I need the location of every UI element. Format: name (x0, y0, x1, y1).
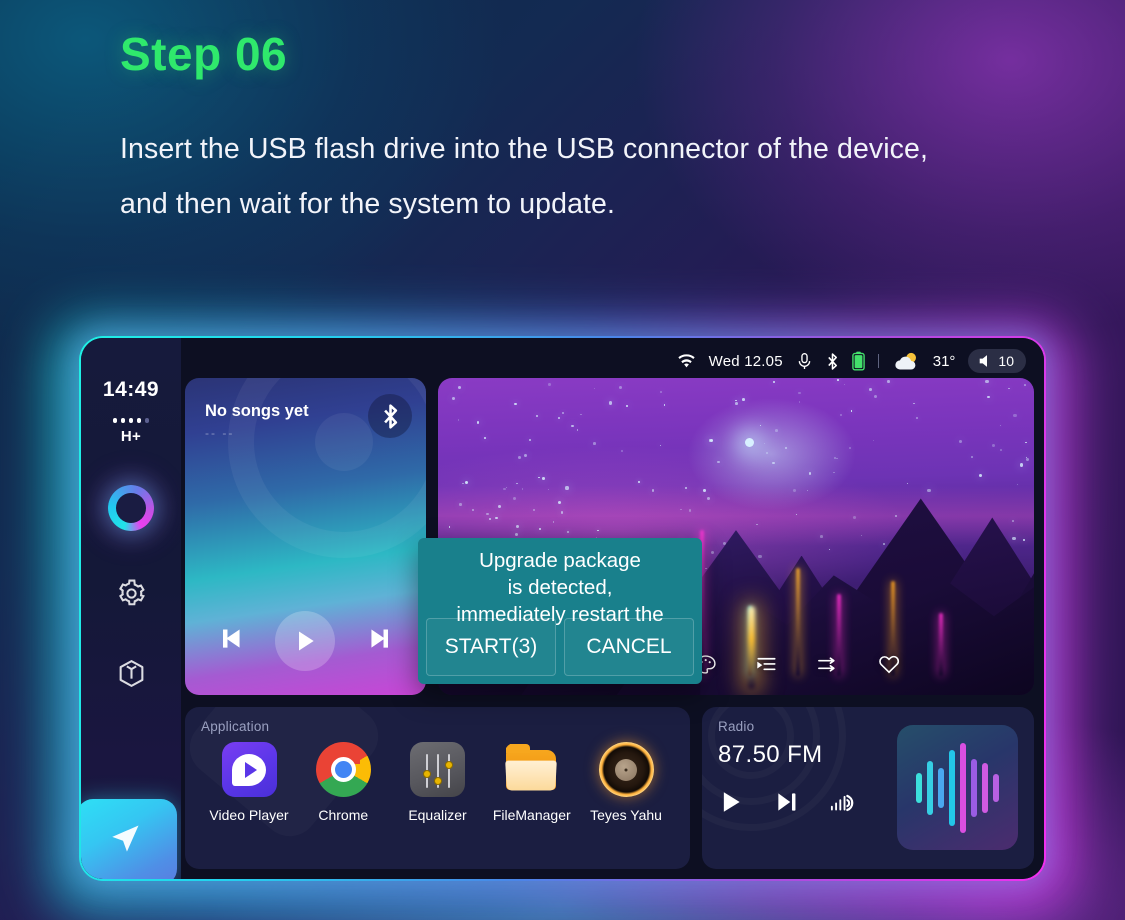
device-screen: 14:49 H+ Wed 12.05 31° 10 No songs yet -… (81, 338, 1044, 879)
network-type-label: H+ (120, 427, 142, 445)
start-button[interactable]: START(3) (426, 618, 556, 676)
bluetooth-icon (826, 352, 839, 371)
volume-level: 10 (998, 353, 1014, 369)
music-controls (185, 611, 426, 671)
navigation-send-icon[interactable] (81, 799, 177, 879)
app-label: Teyes Yahu (590, 807, 662, 823)
app-item-teyes-yahu[interactable]: Teyes Yahu (582, 742, 670, 823)
sun-cloud-icon (892, 351, 920, 372)
assistant-ring-icon[interactable] (108, 484, 154, 531)
dialog-message: Upgrade package is detected, immediately… (456, 549, 664, 626)
instruction-text: Insert the USB flash drive into the USB … (120, 133, 928, 220)
radio-card[interactable]: Radio 87.50 FM (702, 707, 1034, 869)
page-title: Step 06 (120, 28, 288, 80)
apps-cube-icon[interactable] (114, 657, 148, 691)
application-card: Application Video Player Chrome Equalize… (185, 707, 690, 869)
app-list: Video Player Chrome Equalizer FileManage… (201, 742, 674, 823)
page-root: Step 06 Insert the USB flash drive into … (0, 0, 1125, 920)
sidebar-clock: 14:49 (102, 378, 160, 401)
app-item-filemanager[interactable]: FileManager (488, 742, 576, 823)
music-title: No songs yet (205, 402, 309, 420)
teyes-yahu-icon (598, 742, 654, 797)
app-item-chrome[interactable]: Chrome (299, 742, 387, 823)
music-subtitle: -- -- (205, 426, 235, 440)
heart-icon[interactable] (877, 652, 901, 681)
upgrade-dialog: Upgrade package is detected, immediately… (418, 538, 702, 684)
signal-dot (144, 418, 150, 423)
music-player-card[interactable]: No songs yet -- -- (185, 378, 426, 695)
play-icon[interactable] (718, 789, 744, 820)
wifi-icon (677, 353, 696, 369)
app-label: Equalizer (408, 807, 467, 823)
soundwave-icon[interactable] (830, 791, 860, 818)
device-frame: 14:49 H+ Wed 12.05 31° 10 No songs yet -… (79, 336, 1046, 881)
bluetooth-icon[interactable] (368, 394, 412, 438)
dialog-buttons: START(3) CANCEL (418, 618, 702, 684)
signal-dot (136, 418, 142, 423)
skip-next-icon[interactable] (774, 789, 800, 820)
status-divider (877, 354, 879, 368)
microphone-icon[interactable] (796, 352, 813, 371)
device-mockup: 14:49 H+ Wed 12.05 31° 10 No songs yet -… (51, 322, 1074, 912)
signal-dot (120, 418, 126, 423)
equalizer-icon (410, 742, 465, 797)
volume-indicator[interactable]: 10 (968, 349, 1026, 373)
app-label: Video Player (209, 807, 289, 823)
application-card-label: Application (201, 719, 270, 734)
signal-dot (128, 418, 134, 423)
skip-previous-icon[interactable] (216, 624, 245, 658)
playlist-icon[interactable] (755, 653, 778, 681)
battery-icon (851, 351, 865, 371)
chrome-icon (315, 742, 371, 797)
app-label: Chrome (318, 807, 369, 823)
play-icon[interactable] (275, 611, 336, 671)
cancel-button[interactable]: CANCEL (564, 618, 694, 676)
bottom-row: Application Video Player Chrome Equalize… (185, 707, 1034, 869)
video-player-icon (221, 742, 277, 797)
radio-artwork (897, 725, 1018, 850)
temperature-label: 31° (932, 352, 956, 370)
gear-icon[interactable] (114, 577, 148, 611)
shuffle-icon[interactable] (816, 653, 839, 681)
signal-dot (112, 418, 118, 423)
status-bar: Wed 12.05 31° 10 (185, 344, 1034, 378)
signal-strength-indicator (112, 418, 150, 423)
sidebar: 14:49 H+ (81, 338, 181, 879)
status-date: Wed 12.05 (708, 352, 783, 370)
folder-icon (504, 742, 559, 797)
app-item-video-player[interactable]: Video Player (205, 742, 293, 823)
app-label: FileManager (492, 807, 571, 823)
app-item-equalizer[interactable]: Equalizer (394, 742, 482, 823)
skip-next-icon[interactable] (366, 624, 395, 658)
